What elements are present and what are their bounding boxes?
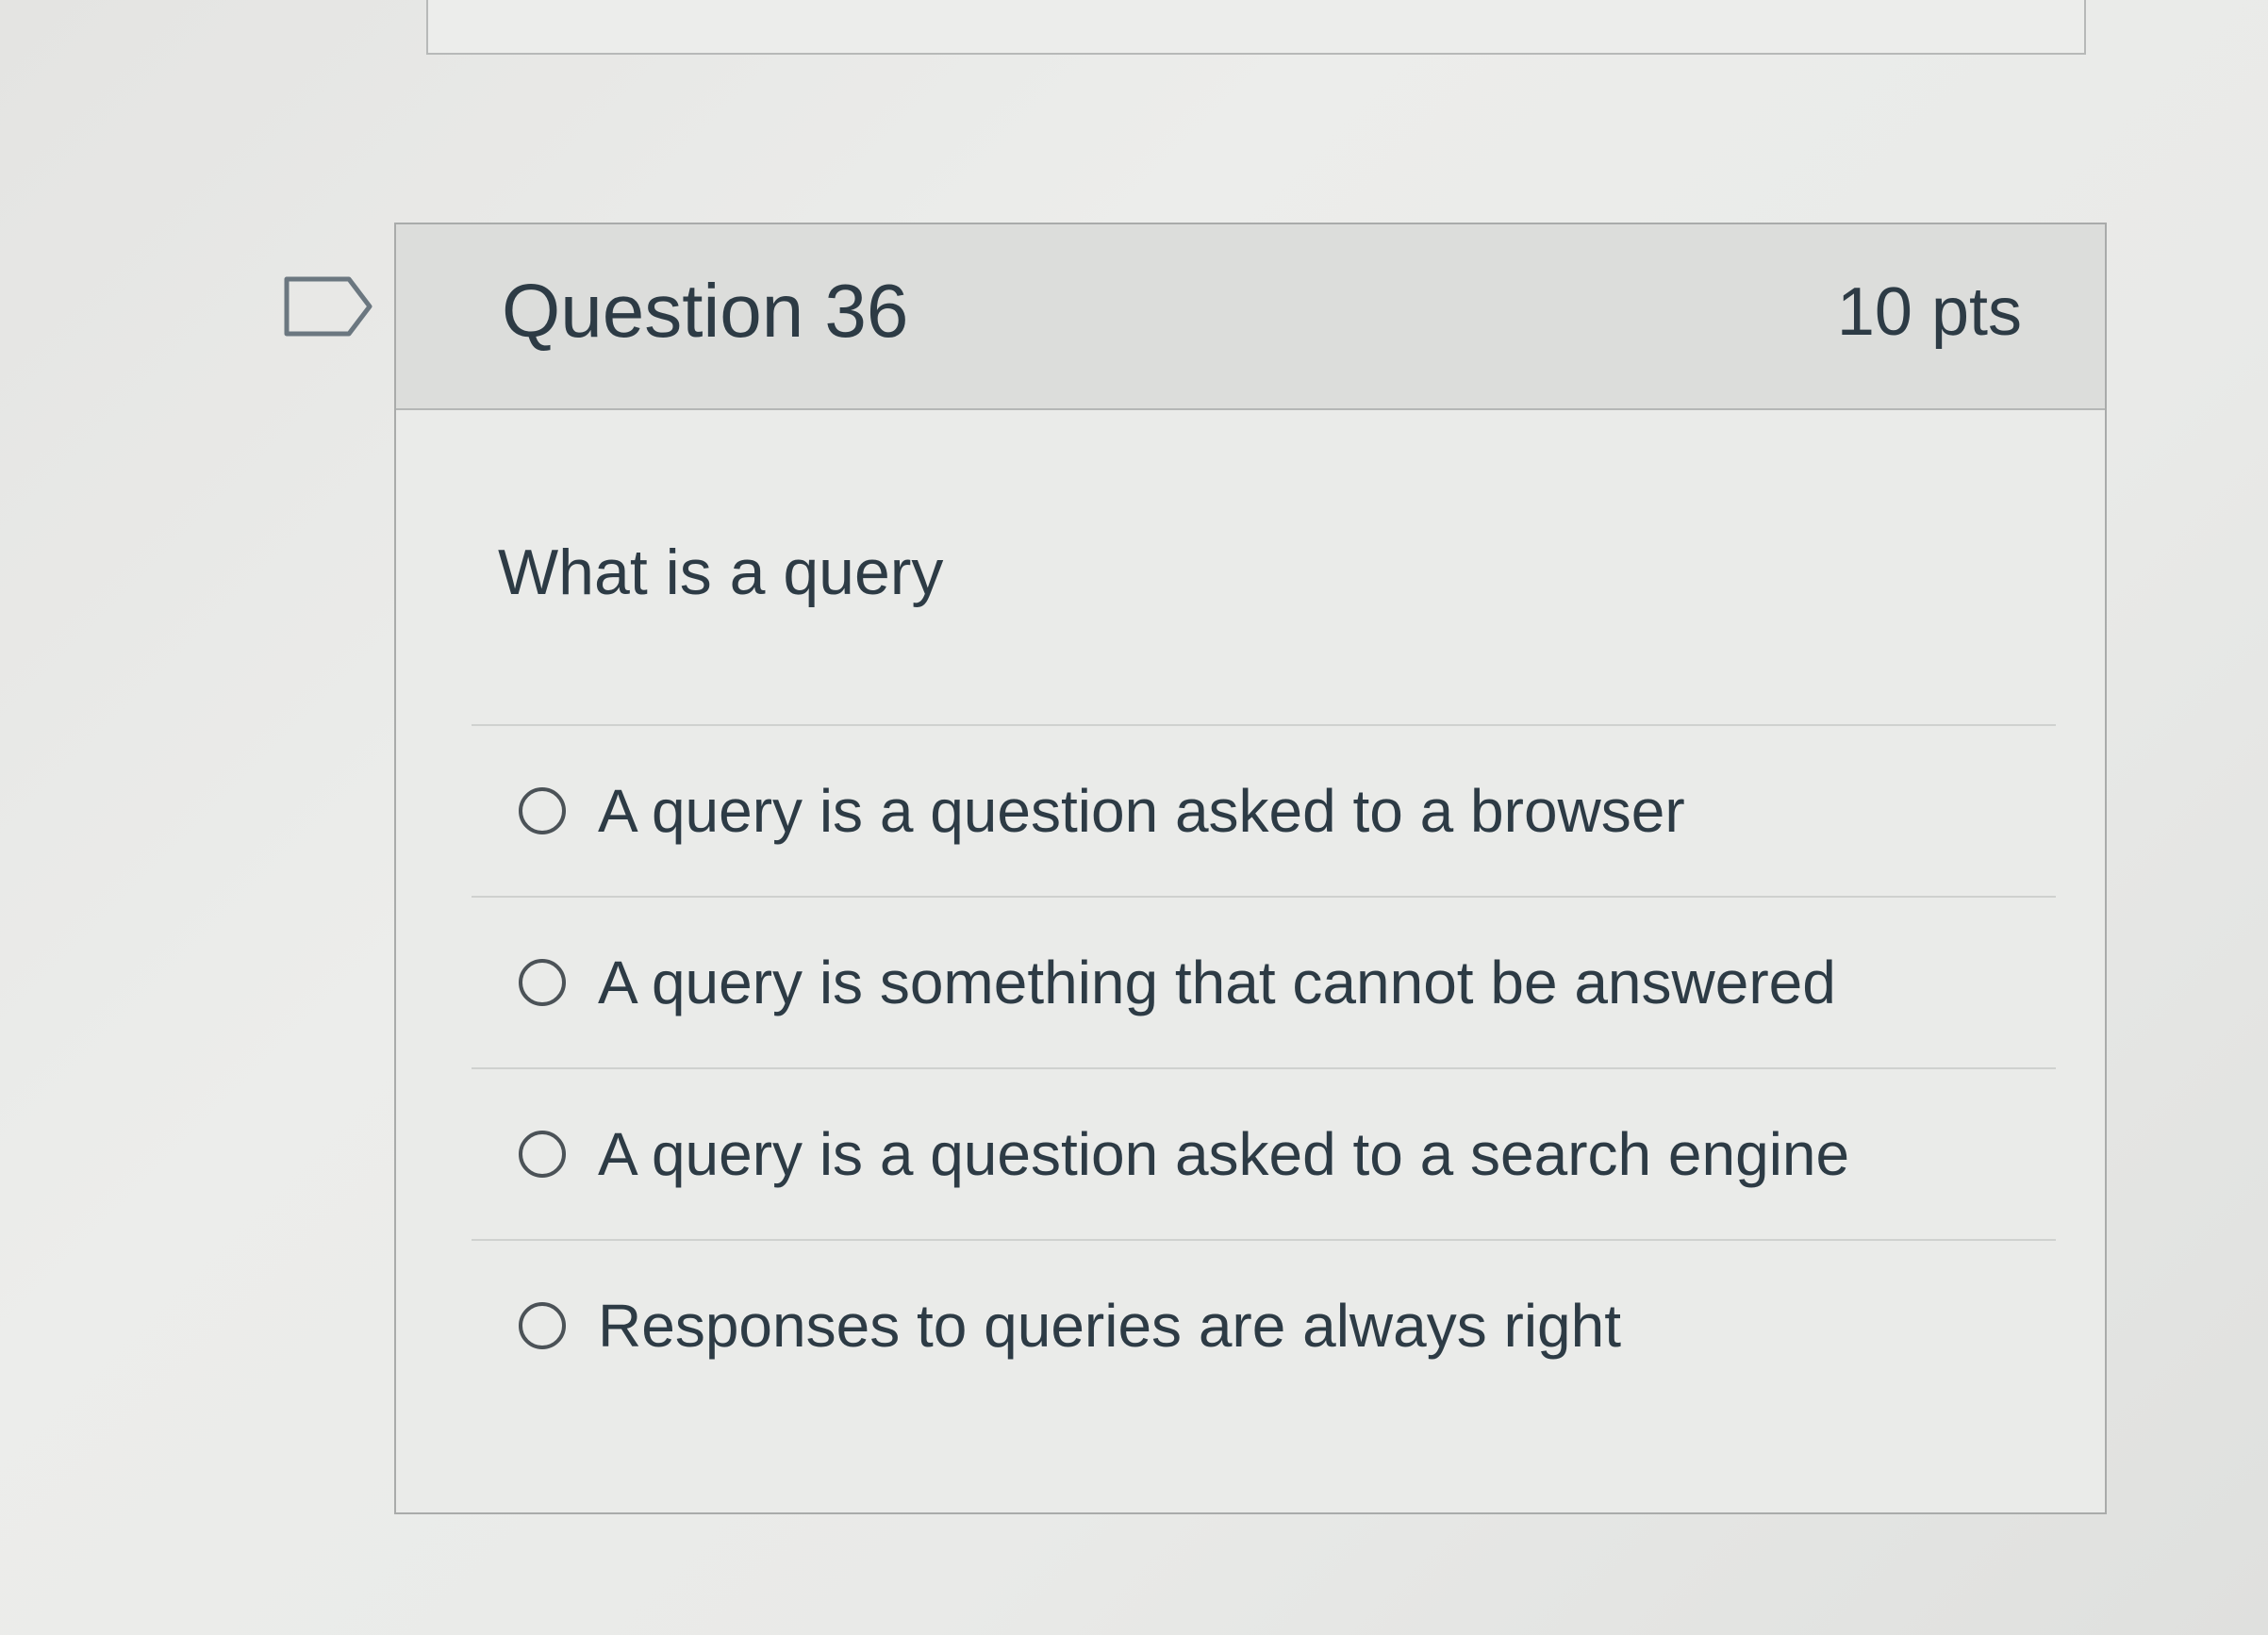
answer-option-3[interactable]: A query is a question asked to a search … xyxy=(472,1067,2056,1239)
radio-button-icon[interactable] xyxy=(519,787,566,834)
radio-button-icon[interactable] xyxy=(519,959,566,1006)
answer-option-4[interactable]: Responses to queries are always right xyxy=(472,1239,2056,1411)
flag-question-icon[interactable] xyxy=(283,273,377,339)
answer-option-2[interactable]: A query is something that cannot be answ… xyxy=(472,896,2056,1067)
answer-label[interactable]: A query is a question asked to a search … xyxy=(598,1119,1849,1189)
answer-label[interactable]: A query is a question asked to a browser xyxy=(598,776,1685,846)
question-points: 10 pts xyxy=(1836,274,2022,350)
radio-button-icon[interactable] xyxy=(519,1131,566,1178)
previous-question-box xyxy=(426,0,2086,55)
question-title: Question 36 xyxy=(502,269,909,353)
answer-option-1[interactable]: A query is a question asked to a browser xyxy=(472,724,2056,896)
answer-list: A query is a question asked to a browser… xyxy=(472,724,2056,1411)
answer-label[interactable]: Responses to queries are always right xyxy=(598,1291,1621,1361)
question-text: What is a query xyxy=(498,537,944,608)
question-header: Question 36 10 pts xyxy=(396,224,2105,410)
radio-button-icon[interactable] xyxy=(519,1302,566,1349)
answer-label[interactable]: A query is something that cannot be answ… xyxy=(598,948,1836,1017)
question-card: Question 36 10 pts What is a query A que… xyxy=(394,223,2107,1514)
